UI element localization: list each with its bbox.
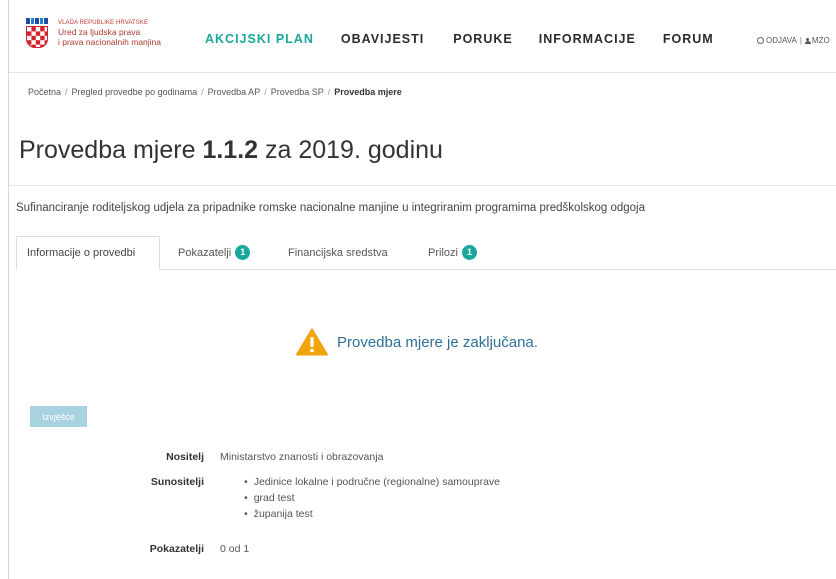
breadcrumb: Početna / Pregled provedbe po godinama /… [28,87,402,97]
warning-icon [296,328,328,356]
breadcrumb-pocetna[interactable]: Početna [28,87,61,97]
nositelj-label: Nositelj [166,451,204,463]
tab-label: Pokazatelji [178,246,232,259]
pokazatelji-label: Pokazatelji [149,543,204,555]
croatian-coat-of-arms-icon [26,18,48,48]
report-button[interactable]: Izvješće [30,406,87,427]
breadcrumb-provedba-ap[interactable]: Provedba AP [208,87,261,97]
nav-obavijesti[interactable]: OBAVIJESTI [341,32,424,46]
user-icon [804,37,811,44]
list-item: Jedinice lokalne i područne (regionalne)… [244,476,500,492]
page-title-prefix: Provedba mjere [19,136,196,164]
tab-informacije-o-provedbi[interactable]: Informacije o provedbi [16,236,160,270]
measure-description: Sufinanciranje roditeljskog udjela za pr… [16,202,646,214]
nav-informacije[interactable]: INFORMACIJE [539,32,636,46]
page-frame-border [8,0,9,579]
user-link[interactable]: MZO [812,36,830,45]
logo-org-line-2: i prava nacionalnih manjina [58,37,162,47]
tab-financijska-sredstva[interactable]: Financijska sredstva [278,236,398,269]
page-title: Provedba mjere 1.1.2 za 2019. godinu [19,136,443,165]
tab-bar: Informacije o provedbi Pokazatelji 1 Fin… [16,236,836,270]
tab-prilozi[interactable]: Prilozi 1 [418,236,487,269]
page-title-suffix: za 2019. godinu [265,136,443,164]
logout-link[interactable]: ODJAVA [766,36,797,45]
logo-government-line: VLADA REPUBLIKE HRVATSKE [58,20,149,26]
list-item: županija test [244,508,500,524]
tab-count-badge: 1 [461,245,477,260]
sunositelji-list: Jedinice lokalne i područne (regionalne)… [244,476,500,524]
tab-count-badge: 1 [235,245,251,260]
divider [9,185,836,186]
main-nav: AKCIJSKI PLAN OBAVIJESTI PORUKE INFORMAC… [205,32,714,46]
tab-label: Informacije o provedbi [27,247,136,259]
breadcrumb-provedba-sp[interactable]: Provedba SP [271,87,324,97]
user-separator: | [799,36,802,45]
breadcrumb-pregled[interactable]: Pregled provedbe po godinama [72,87,198,97]
tab-label: Financijska sredstva [288,246,388,259]
locked-notice-text: Provedba mjere je zaključana. [337,333,538,351]
sunositelji-label: Sunositelji [150,476,204,488]
breadcrumb-separator: / [264,87,267,97]
breadcrumb-separator: / [65,87,68,97]
nav-poruke[interactable]: PORUKE [453,32,512,46]
user-area: ODJAVA | MZO [757,36,830,45]
breadcrumb-separator: / [327,87,331,97]
nav-akcijski-plan[interactable]: AKCIJSKI PLAN [205,32,314,46]
breadcrumb-separator: / [201,87,204,97]
nav-forum[interactable]: FORUM [663,32,714,46]
page-title-measure-number: 1.1.2 [202,136,259,164]
list-item: grad test [244,492,500,508]
locked-notice: Provedba mjere je zaključana. [296,328,538,356]
power-icon [757,37,764,44]
logo[interactable]: VLADA REPUBLIKE HRVATSKE Ured za ljudska… [26,18,161,48]
breadcrumb-current: Provedba mjere [334,87,402,97]
pokazatelji-value: 0 od 1 [220,543,250,555]
logo-org-line-1: Ured za ljudska prava [58,27,141,37]
tab-label: Prilozi [428,246,458,259]
nositelj-value: Ministarstvo znanosti i obrazovanja [220,451,384,463]
tab-pokazatelji[interactable]: Pokazatelji 1 [168,236,260,269]
top-header: VLADA REPUBLIKE HRVATSKE Ured za ljudska… [9,0,836,73]
